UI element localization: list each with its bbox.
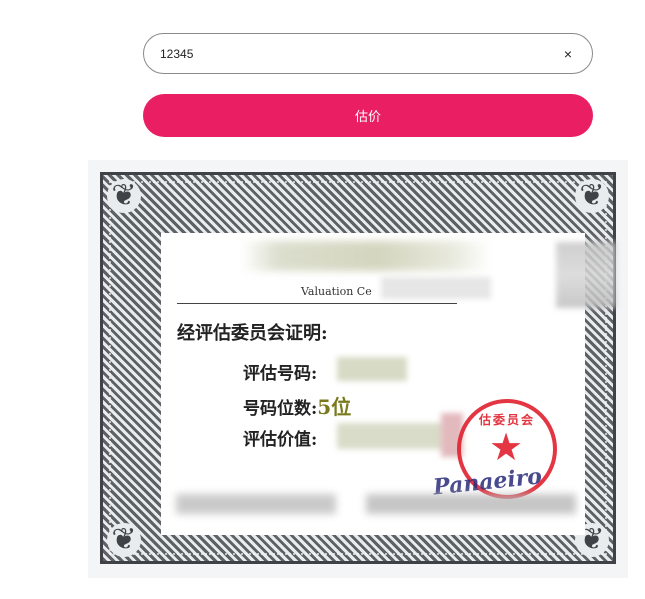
ornament-icon: ❦ (575, 179, 609, 213)
field-valuation: 评估价值: (243, 425, 317, 450)
certificate-image: ❦ ❦ ❦ ❦ Valuation Ce 经评估委员会证明: 评估号码: 号码位… (88, 160, 628, 578)
field-number: 评估号码: (243, 359, 317, 384)
ornament-icon: ❦ (107, 523, 141, 557)
number-redaction (337, 357, 407, 381)
subtitle-redaction (381, 277, 491, 299)
divider (177, 303, 457, 304)
seal-text: 估委员会 (478, 413, 535, 427)
value-redaction (337, 423, 445, 449)
field-label: 号码位数: (243, 399, 318, 419)
footer-redaction-right (366, 494, 576, 514)
search-input-container: × (143, 33, 593, 74)
field-label: 评估价值: (243, 430, 318, 450)
close-icon[interactable]: × (560, 46, 576, 62)
star-icon: ★ (489, 427, 524, 469)
ornament-icon: ❦ (107, 179, 141, 213)
field-label: 评估号码: (243, 364, 318, 384)
certificate-paper: Valuation Ce 经评估委员会证明: 评估号码: 号码位数:5位 评估价… (161, 233, 585, 535)
estimate-button[interactable]: 估价 (143, 94, 593, 137)
field-digits: 号码位数:5位 (243, 391, 351, 420)
certificate-title-blurred (241, 241, 491, 271)
search-input[interactable] (160, 46, 560, 61)
side-redaction (556, 242, 616, 308)
footer-redaction-left (176, 494, 336, 514)
certificate-subtitle: Valuation Ce (301, 285, 372, 298)
certificate-intro: 经评估委员会证明: (177, 323, 328, 344)
field-value: 5位 (317, 395, 352, 419)
